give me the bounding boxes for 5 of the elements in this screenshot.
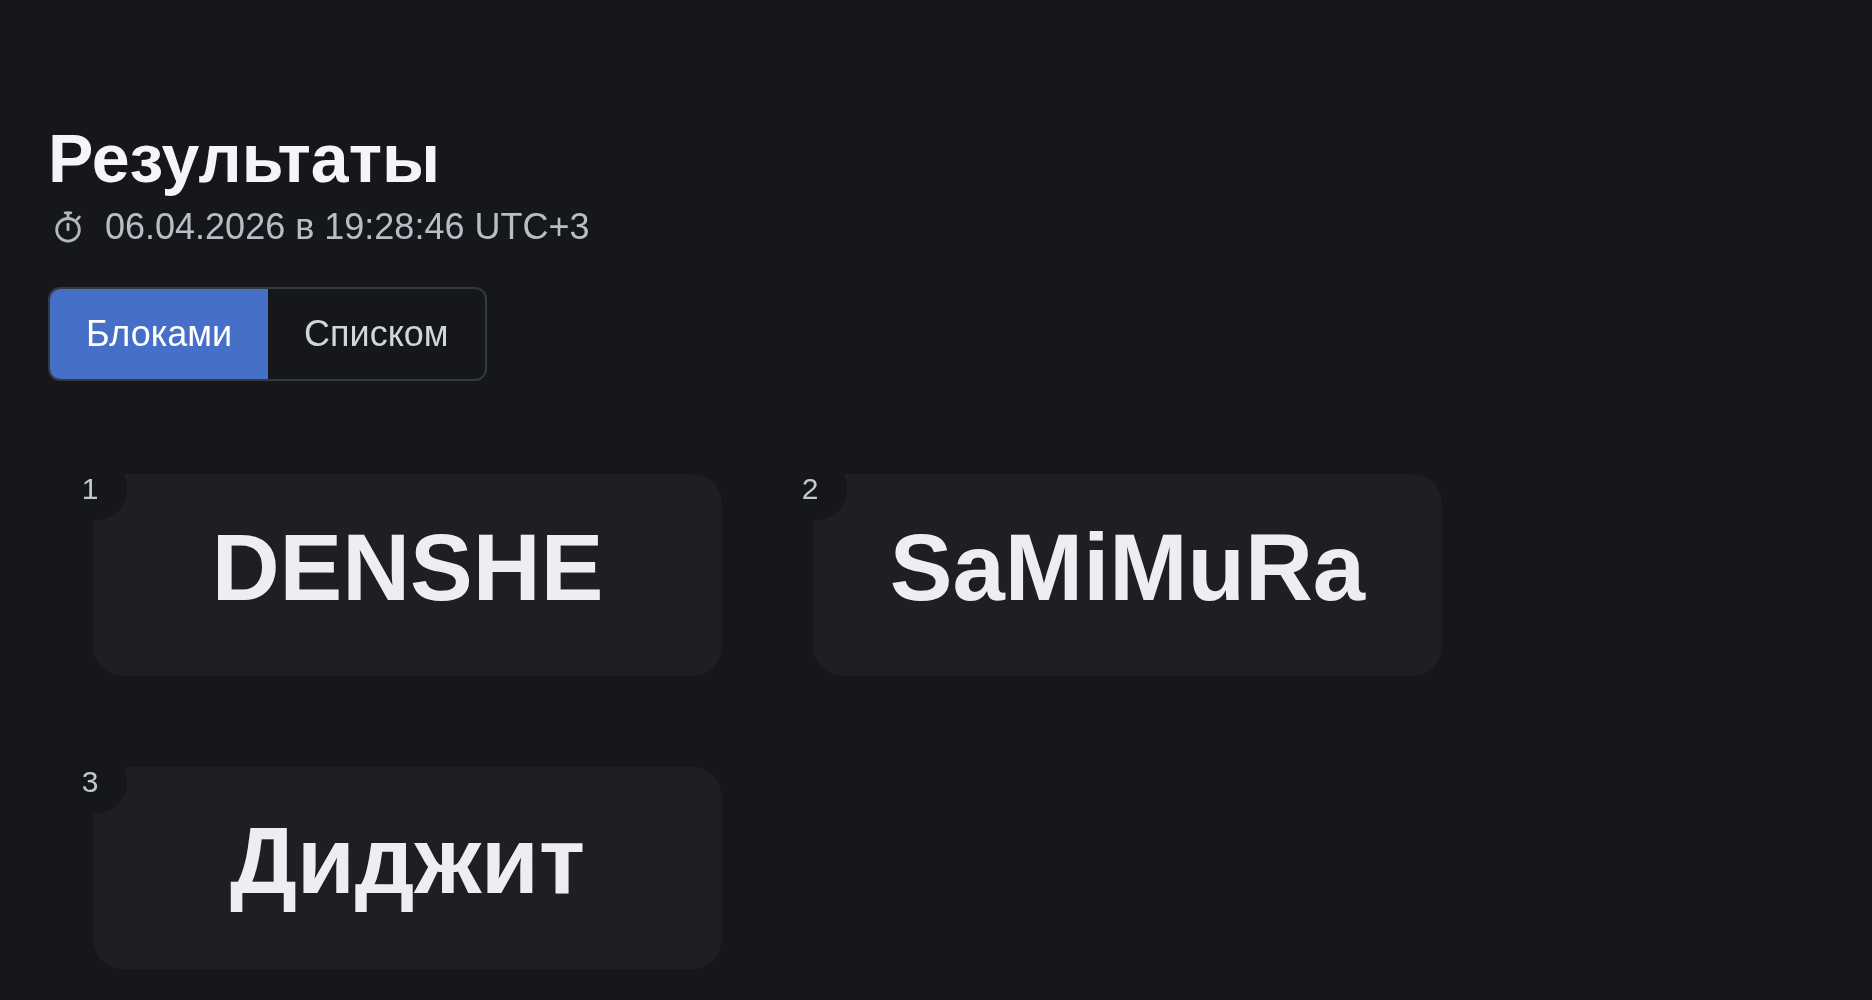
view-tab[interactable]: Блоками	[50, 289, 269, 379]
view-tab[interactable]: Списком	[268, 289, 485, 379]
result-name: DENSHE	[211, 521, 604, 615]
result-name: SaMiMuRa	[889, 521, 1366, 615]
timestamp-text: 06.04.2026 в 19:28:46 UTC+3	[105, 205, 590, 248]
